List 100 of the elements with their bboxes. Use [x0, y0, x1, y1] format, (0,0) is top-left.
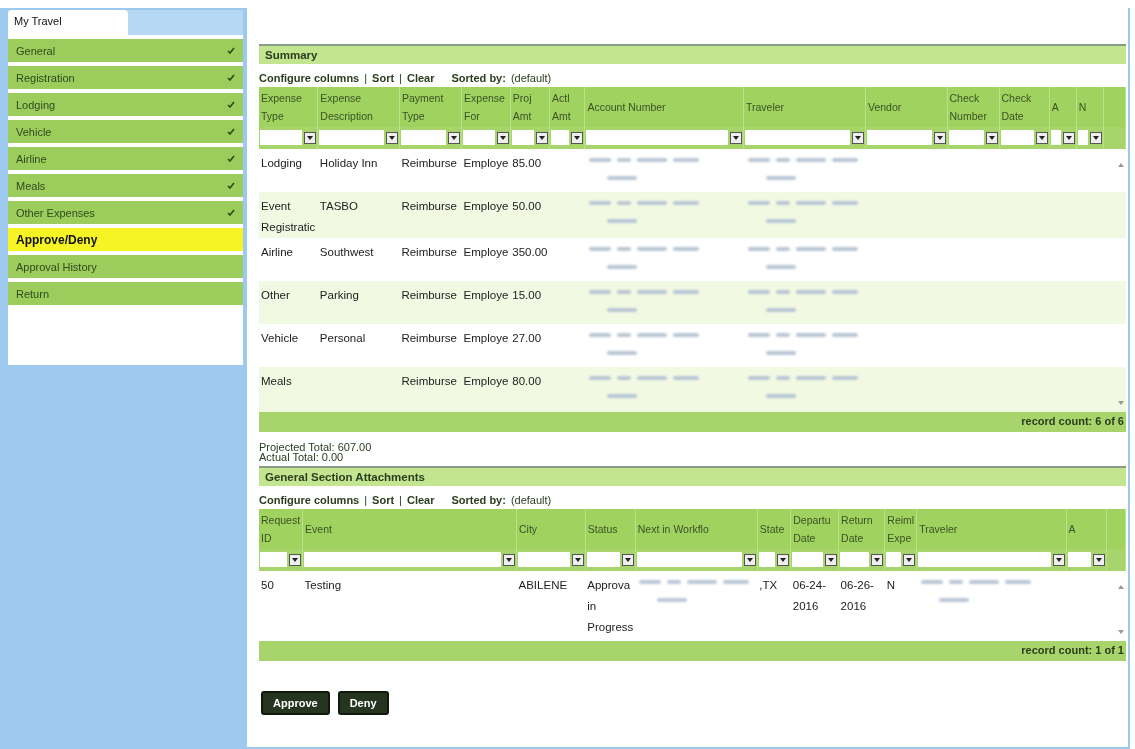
filter-field[interactable] — [260, 552, 288, 567]
column-header[interactable]: Departu Date — [790, 509, 839, 549]
column-header[interactable]: N — [1076, 87, 1104, 127]
dropdown-button[interactable] — [871, 553, 884, 566]
column-header[interactable]: Request ID — [259, 509, 303, 549]
dropdown-button[interactable] — [621, 553, 634, 566]
filter-field[interactable] — [1050, 130, 1061, 145]
dropdown-button[interactable] — [1092, 553, 1105, 566]
dropdown-button[interactable] — [730, 131, 742, 144]
filter-field[interactable] — [1067, 552, 1091, 567]
column-header[interactable]: A — [1066, 509, 1107, 549]
dropdown-button[interactable] — [304, 131, 317, 144]
toolbar-link[interactable]: Configure columns — [259, 72, 360, 84]
filter-field[interactable] — [840, 552, 870, 567]
filter-field[interactable] — [518, 552, 570, 567]
column-header[interactable]: Check Date — [999, 87, 1050, 127]
toolbar-link[interactable]: Clear — [406, 72, 435, 84]
column-header[interactable]: Actl Amt — [549, 87, 585, 127]
toolbar-link[interactable]: Sort — [372, 494, 395, 506]
dropdown-button[interactable] — [852, 131, 864, 144]
column-header[interactable]: Account Number — [584, 87, 744, 127]
filter-field[interactable] — [551, 130, 570, 145]
sidebar-item[interactable]: Vehicle — [8, 120, 243, 143]
column-header[interactable]: Status — [585, 509, 636, 549]
filter-field[interactable] — [918, 552, 1051, 567]
sidebar-item[interactable]: General — [8, 39, 243, 62]
filter-field[interactable] — [948, 130, 984, 145]
column-header[interactable]: Payment Type — [399, 87, 462, 127]
column-header[interactable]: Next in Workflo — [635, 509, 758, 549]
dropdown-button[interactable] — [496, 131, 509, 144]
column-header[interactable]: City — [516, 509, 586, 549]
filter-field[interactable] — [745, 130, 850, 145]
filter-field[interactable] — [586, 130, 728, 145]
dropdown-button[interactable] — [903, 553, 916, 566]
tab[interactable]: My Travel — [8, 10, 128, 35]
column-header[interactable]: Expense Description — [317, 87, 400, 127]
toolbar-link[interactable]: Sort — [372, 72, 395, 84]
column-header[interactable]: Vendor — [865, 87, 948, 127]
column-header[interactable]: Reiml Expe — [884, 509, 917, 549]
filter-field[interactable] — [758, 552, 776, 567]
dropdown-button[interactable] — [933, 131, 946, 144]
toolbar-link[interactable]: Configure columns — [259, 494, 360, 506]
column-header[interactable]: Expense For — [461, 87, 511, 127]
action-button[interactable]: Deny — [337, 691, 389, 715]
column-header[interactable]: A — [1049, 87, 1077, 127]
column-header[interactable]: Proj Amt — [510, 87, 550, 127]
dropdown-button[interactable] — [503, 553, 516, 566]
filter-field[interactable] — [304, 552, 502, 567]
table-cell: 50.00 — [512, 200, 542, 212]
sidebar-item[interactable]: Airline — [8, 147, 243, 170]
sorted-by-value: (default) — [510, 494, 552, 506]
column-header[interactable]: Check Number — [947, 87, 999, 127]
caret-icon — [1055, 557, 1062, 562]
column-header[interactable]: Event — [302, 509, 517, 549]
sidebar-item[interactable]: Return — [8, 282, 243, 305]
dropdown-button[interactable] — [289, 553, 302, 566]
dropdown-button[interactable] — [1062, 131, 1075, 144]
sidebar-item[interactable]: Meals — [8, 174, 243, 197]
filter-field[interactable] — [636, 552, 742, 567]
dropdown-button[interactable] — [448, 131, 461, 144]
filter-field[interactable] — [792, 552, 824, 567]
filter-field[interactable] — [511, 130, 534, 145]
dropdown-button[interactable] — [571, 131, 584, 144]
filter-field[interactable] — [463, 130, 495, 145]
sidebar-item[interactable]: Approval History — [8, 255, 243, 278]
filter-field[interactable] — [260, 130, 303, 145]
dropdown-button[interactable] — [743, 553, 756, 566]
table-cell: Employe — [463, 332, 509, 344]
filter-field[interactable] — [319, 130, 384, 145]
dropdown-button[interactable] — [385, 131, 398, 144]
action-button[interactable]: Approve — [261, 691, 330, 715]
column-header[interactable]: State — [757, 509, 791, 549]
filter-field[interactable] — [400, 130, 447, 145]
dropdown-button[interactable] — [825, 553, 838, 566]
filter-field[interactable] — [886, 552, 902, 567]
filter-field[interactable] — [1077, 130, 1088, 145]
table-cell: Meals — [261, 375, 292, 387]
column-header[interactable]: Traveler — [916, 509, 1067, 549]
caret-icon — [780, 557, 787, 562]
column-header[interactable]: Traveler — [743, 87, 866, 127]
dropdown-button[interactable] — [536, 131, 548, 144]
dropdown-button[interactable] — [777, 553, 790, 566]
dropdown-button[interactable] — [571, 553, 584, 566]
table-cell: Airline — [261, 246, 293, 258]
toolbar-link[interactable]: Clear — [406, 494, 435, 506]
dropdown-button[interactable] — [985, 131, 998, 144]
dropdown-button[interactable] — [1035, 131, 1048, 144]
filter-field[interactable] — [586, 552, 620, 567]
sidebar-item[interactable]: Lodging — [8, 93, 243, 116]
column-header[interactable]: Return Date — [838, 509, 885, 549]
caret-icon — [574, 135, 581, 140]
sidebar-item[interactable]: Registration — [8, 66, 243, 89]
dropdown-button[interactable] — [1052, 553, 1065, 566]
column-header[interactable]: Expense Type — [259, 87, 318, 127]
sidebar-item[interactable]: Approve/Deny — [8, 228, 243, 251]
dropdown-button[interactable] — [1089, 131, 1102, 144]
filter-field[interactable] — [1000, 130, 1034, 145]
filter-field[interactable] — [867, 130, 932, 145]
caret-icon — [1038, 135, 1045, 140]
sidebar-item[interactable]: Other Expenses — [8, 201, 243, 224]
